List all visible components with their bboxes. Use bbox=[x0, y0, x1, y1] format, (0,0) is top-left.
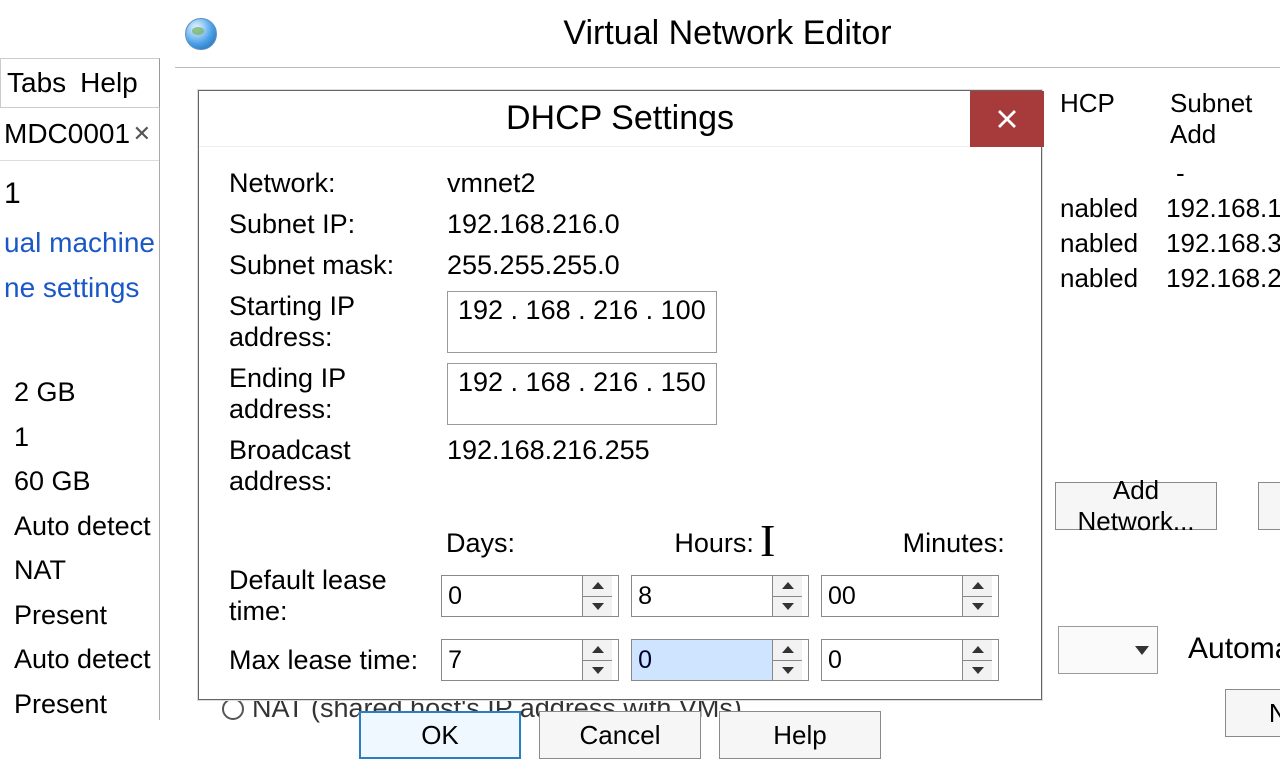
default-days-spinner[interactable] bbox=[441, 575, 619, 617]
label-days: Days: bbox=[446, 528, 554, 559]
label-subnet-ip: Subnet IP: bbox=[229, 209, 447, 240]
ok-button[interactable]: OK bbox=[359, 711, 521, 759]
sidebar-val: 1 bbox=[14, 415, 159, 460]
spin-up-icon[interactable] bbox=[773, 640, 802, 661]
label-start-ip: Starting IP address: bbox=[229, 291, 447, 353]
sidebar-val: Auto detect bbox=[14, 504, 159, 549]
sidebar-val: 60 GB bbox=[14, 459, 159, 504]
label-subnet-mask: Subnet mask: bbox=[229, 250, 447, 281]
table-row[interactable]: nabled 192.168.145 bbox=[1050, 191, 1280, 226]
close-icon[interactable]: ✕ bbox=[133, 121, 151, 147]
col-subnet: Subnet Add bbox=[1170, 88, 1280, 150]
menu-help[interactable]: Help bbox=[80, 67, 138, 99]
value-network: vmnet2 bbox=[447, 168, 536, 199]
sidebar-tab[interactable]: MDC0001 ✕ bbox=[0, 108, 159, 161]
spin-down-icon[interactable] bbox=[583, 597, 612, 617]
value-subnet-mask: 255.255.255.0 bbox=[447, 250, 620, 281]
network-table: HCP Subnet Add - nabled 192.168.145 nabl… bbox=[1050, 88, 1280, 296]
sidebar-val: NAT bbox=[14, 548, 159, 593]
value-broadcast: 192.168.216.255 bbox=[447, 435, 650, 497]
default-days-input[interactable] bbox=[442, 576, 582, 616]
label-broadcast: Broadcast address: bbox=[229, 435, 447, 497]
max-minutes-spinner[interactable] bbox=[821, 639, 999, 681]
label-end-ip: Ending IP address: bbox=[229, 363, 447, 425]
remove-network-button[interactable]: Re bbox=[1258, 482, 1280, 530]
close-icon bbox=[997, 109, 1017, 129]
chevron-down-icon bbox=[1135, 646, 1149, 655]
label-hours: Hours: bbox=[674, 528, 782, 559]
sidebar-big-number: 1 bbox=[0, 161, 159, 221]
sidebar-val: Present bbox=[14, 593, 159, 638]
spin-down-icon[interactable] bbox=[963, 661, 992, 681]
start-ip-input[interactable]: 192 . 168 . 216 . 100 bbox=[447, 291, 717, 353]
spin-down-icon[interactable] bbox=[773, 597, 802, 617]
max-days-input[interactable] bbox=[442, 640, 582, 680]
sidebar: MDC0001 ✕ 1 ual machine ne settings 2 GB… bbox=[0, 108, 160, 720]
label-minutes: Minutes: bbox=[903, 528, 1011, 559]
sidebar-tab-label: MDC0001 bbox=[4, 118, 130, 150]
spin-up-icon[interactable] bbox=[583, 640, 612, 661]
automatic-label: Automati bbox=[1188, 632, 1280, 666]
label-default-lease: Default lease time: bbox=[229, 565, 441, 627]
add-network-button[interactable]: Add Network... bbox=[1055, 482, 1217, 530]
default-minutes-input[interactable] bbox=[822, 576, 962, 616]
default-hours-input[interactable] bbox=[632, 576, 772, 616]
max-hours-input[interactable] bbox=[632, 640, 772, 680]
spin-down-icon[interactable] bbox=[773, 661, 802, 681]
label-max-lease: Max lease time: bbox=[229, 645, 441, 676]
default-hours-spinner[interactable] bbox=[631, 575, 809, 617]
dialog-title: DHCP Settings bbox=[506, 99, 734, 138]
dialog-titlebar: DHCP Settings bbox=[199, 91, 1041, 147]
spin-up-icon[interactable] bbox=[963, 640, 992, 661]
menu-tabs[interactable]: Tabs bbox=[7, 67, 66, 99]
app-title: Virtual Network Editor bbox=[175, 14, 1280, 53]
sidebar-link-vm[interactable]: ual machine bbox=[0, 221, 159, 266]
dhcp-settings-dialog: DHCP Settings Network: vmnet2 Subnet IP:… bbox=[198, 90, 1042, 700]
nat-settings-button[interactable]: NAT S bbox=[1225, 689, 1280, 737]
sidebar-val: 2 GB bbox=[14, 370, 159, 415]
default-minutes-spinner[interactable] bbox=[821, 575, 999, 617]
max-hours-spinner[interactable] bbox=[631, 639, 809, 681]
col-dhcp: HCP bbox=[1060, 88, 1148, 150]
table-row[interactable]: nabled 192.168.36. bbox=[1050, 226, 1280, 261]
cancel-button[interactable]: Cancel bbox=[539, 711, 701, 759]
value-subnet-ip: 192.168.216.0 bbox=[447, 209, 620, 240]
spin-down-icon[interactable] bbox=[963, 597, 992, 617]
automatic-mode-combo[interactable] bbox=[1058, 626, 1158, 674]
help-button[interactable]: Help bbox=[719, 711, 881, 759]
end-ip-input[interactable]: 192 . 168 . 216 . 150 bbox=[447, 363, 717, 425]
menubar: Tabs Help bbox=[0, 58, 160, 108]
table-row[interactable]: nabled 192.168.216 bbox=[1050, 261, 1280, 296]
max-minutes-input[interactable] bbox=[822, 640, 962, 680]
spin-down-icon[interactable] bbox=[583, 661, 612, 681]
max-days-spinner[interactable] bbox=[441, 639, 619, 681]
spin-up-icon[interactable] bbox=[583, 576, 612, 597]
spin-up-icon[interactable] bbox=[963, 576, 992, 597]
table-row[interactable]: - bbox=[1050, 156, 1280, 191]
app-header: Virtual Network Editor bbox=[175, 0, 1280, 68]
dialog-close-button[interactable] bbox=[970, 91, 1044, 147]
sidebar-val: Auto detect bbox=[14, 637, 159, 682]
spin-up-icon[interactable] bbox=[773, 576, 802, 597]
sidebar-link-settings[interactable]: ne settings bbox=[0, 266, 159, 311]
label-network: Network: bbox=[229, 168, 447, 199]
